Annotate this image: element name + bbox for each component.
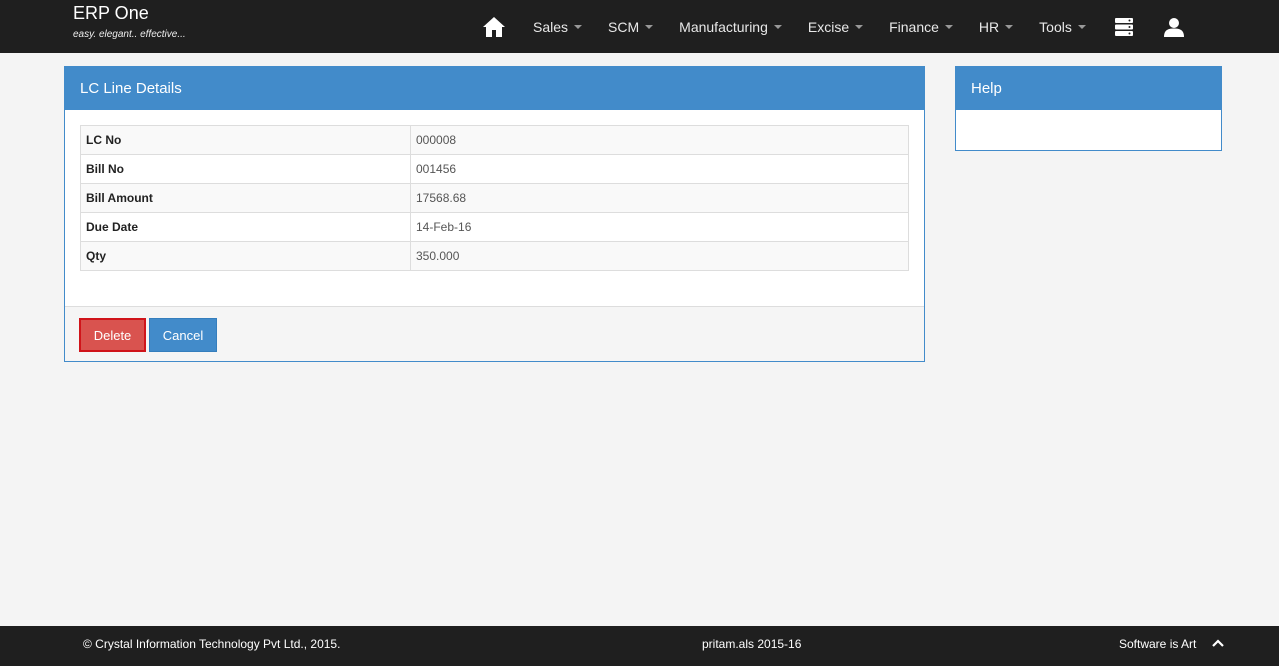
- table-row: Bill No 001456: [80, 154, 909, 184]
- caret-down-icon: [645, 24, 654, 29]
- row-value: 17568.68: [410, 183, 909, 213]
- top-navbar: ERP One easy. elegant.. effective... Sal…: [0, 0, 1279, 53]
- nav-manufacturing-label: Manufacturing: [679, 18, 768, 35]
- user-icon[interactable]: [1163, 17, 1184, 37]
- caret-down-icon: [1077, 24, 1086, 29]
- caret-down-icon: [1005, 24, 1014, 29]
- caret-down-icon: [574, 24, 583, 29]
- row-value: 000008: [410, 125, 909, 155]
- row-label: Bill Amount: [80, 183, 411, 213]
- brand-title[interactable]: ERP One: [73, 3, 186, 23]
- help-panel: Help: [955, 66, 1222, 151]
- lc-line-details-panel: LC Line Details LC No 000008 Bill No 001…: [64, 66, 925, 362]
- row-label: Due Date: [80, 212, 411, 242]
- nav-excise-label: Excise: [807, 18, 850, 35]
- slogan-text: Software is Art: [1119, 637, 1197, 651]
- chevron-up-icon[interactable]: [1212, 637, 1224, 651]
- brand-tagline: easy. elegant.. effective...: [73, 29, 186, 40]
- delete-button[interactable]: Delete: [79, 318, 146, 352]
- page-footer: © Crystal Information Technology Pvt Ltd…: [0, 626, 1279, 666]
- brand[interactable]: ERP One easy. elegant.. effective...: [73, 3, 186, 40]
- table-row: Qty 350.000: [80, 241, 909, 271]
- nav-finance-label: Finance: [889, 18, 939, 35]
- nav-scm-label: SCM: [608, 18, 640, 35]
- details-table: LC No 000008 Bill No 001456 Bill Amount …: [80, 125, 909, 271]
- nav-excise[interactable]: Excise: [807, 18, 864, 35]
- nav-sales-label: Sales: [533, 18, 569, 35]
- cancel-button[interactable]: Cancel: [149, 318, 217, 352]
- copyright-text: © Crystal Information Technology Pvt Ltd…: [83, 637, 341, 651]
- nav-sales[interactable]: Sales: [533, 18, 583, 35]
- nav-finance[interactable]: Finance: [889, 19, 953, 35]
- row-label: Qty: [80, 241, 411, 271]
- panel-footer: Delete Cancel: [65, 306, 924, 361]
- nav-tools[interactable]: Tools: [1039, 19, 1086, 35]
- nav-scm[interactable]: SCM: [608, 18, 654, 35]
- table-row: LC No 000008: [80, 125, 909, 155]
- main-nav: Sales SCM Manufacturing Excise Finance H…: [482, 0, 1184, 53]
- home-icon[interactable]: [482, 16, 506, 38]
- row-value: 350.000: [410, 241, 909, 271]
- nav-hr-label: HR: [978, 18, 1000, 35]
- panel-title: LC Line Details: [65, 67, 924, 110]
- server-icon[interactable]: [1114, 17, 1134, 37]
- caret-down-icon: [773, 24, 782, 29]
- help-title: Help: [956, 67, 1221, 110]
- row-value: 001456: [410, 154, 909, 184]
- caret-down-icon: [944, 24, 953, 29]
- nav-hr[interactable]: HR: [978, 18, 1014, 35]
- row-value: 14-Feb-16: [410, 212, 909, 242]
- caret-down-icon: [855, 24, 864, 29]
- table-row: Bill Amount 17568.68: [80, 183, 909, 213]
- row-label: Bill No: [80, 154, 411, 184]
- row-label: LC No: [80, 125, 411, 155]
- nav-tools-label: Tools: [1039, 18, 1072, 35]
- session-info: pritam.als 2015-16: [702, 637, 802, 651]
- nav-manufacturing[interactable]: Manufacturing: [679, 19, 782, 35]
- table-row: Due Date 14-Feb-16: [80, 212, 909, 242]
